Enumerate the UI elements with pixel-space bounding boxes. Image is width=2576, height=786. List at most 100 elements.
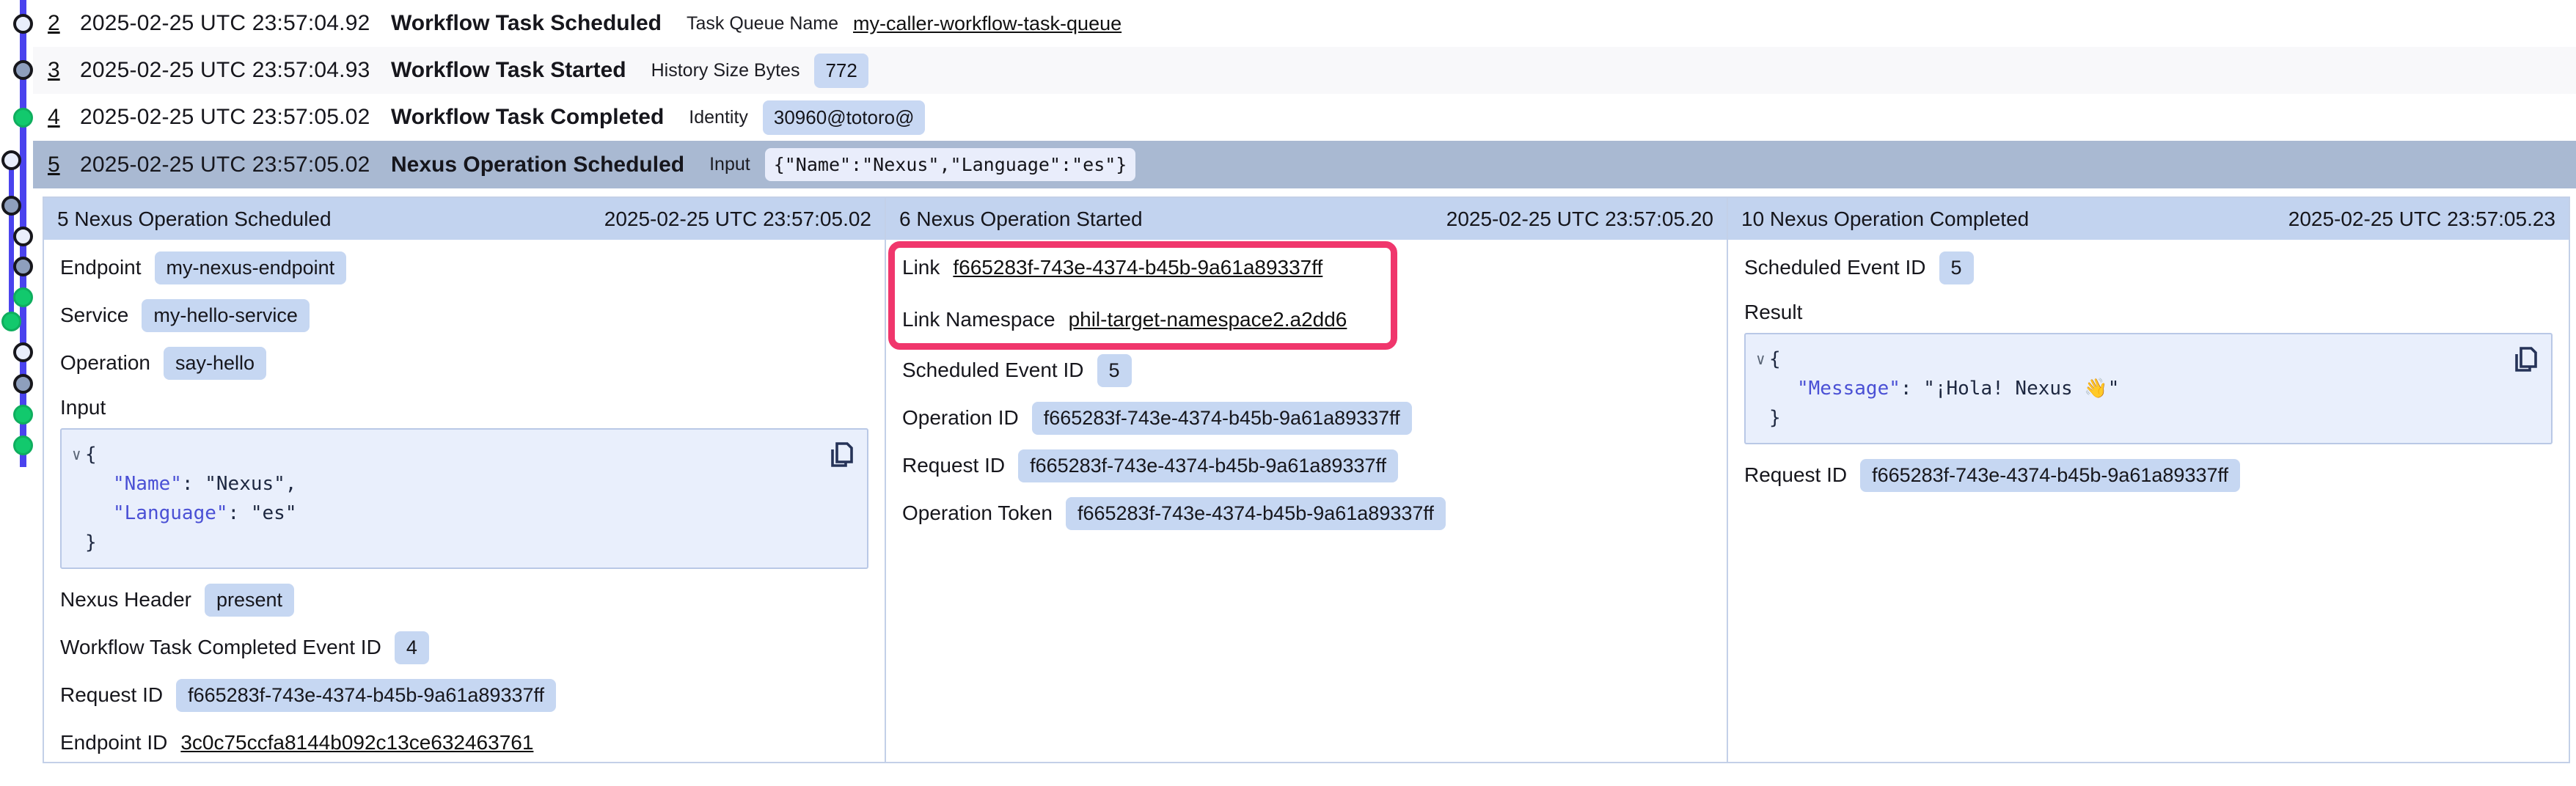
code-line: "Language": "es" xyxy=(62,499,823,528)
field-value-badge[interactable]: my-nexus-endpoint xyxy=(155,251,347,284)
input-json-codeblock: ∨ { "Name": "Nexus", "Language": "es" } xyxy=(60,428,868,569)
field-value-badge[interactable]: f665283f-743e-4374-b45b-9a61a89337ff xyxy=(1860,459,2240,492)
timeline-node-neutral-icon xyxy=(13,60,33,80)
field-label: Endpoint xyxy=(60,256,142,279)
field-link: Link f665283f-743e-4374-b45b-9a61a89337f… xyxy=(902,251,1710,284)
event-attr-badge[interactable]: {"Name":"Nexus","Language":"es"} xyxy=(765,148,1136,181)
field-label: Workflow Task Completed Event ID xyxy=(60,636,381,659)
field-label: Link Namespace xyxy=(902,308,1055,331)
field-nexus-header: Nexus Header present xyxy=(60,584,868,616)
panel-body: Link f665283f-743e-4374-b45b-9a61a89337f… xyxy=(886,240,1727,557)
timeline-node-open-icon xyxy=(13,14,33,34)
field-value-badge[interactable]: f665283f-743e-4374-b45b-9a61a89337ff xyxy=(1066,497,1446,530)
collapse-chevron-icon[interactable]: ∨ xyxy=(1756,352,1765,367)
field-value-badge[interactable]: present xyxy=(205,584,294,617)
field-link-namespace: Link Namespace phil-target-namespace2.a2… xyxy=(902,304,1710,336)
field-scheduled-event-id: Scheduled Event ID 5 xyxy=(1744,251,2553,284)
event-row-4[interactable]: 4 2025-02-25 UTC 23:57:05.02 Workflow Ta… xyxy=(33,94,2576,141)
event-attr-label: History Size Bytes xyxy=(651,60,800,81)
event-timestamp: 2025-02-25 UTC 23:57:05.02 xyxy=(80,153,391,177)
timeline-node-completed-icon xyxy=(13,287,33,307)
copy-icon[interactable] xyxy=(827,440,855,471)
field-value-badge[interactable]: my-hello-service xyxy=(142,299,310,332)
event-row-5-selected[interactable]: 5 2025-02-25 UTC 23:57:05.02 Nexus Opera… xyxy=(33,141,2576,188)
field-label: Request ID xyxy=(902,454,1005,477)
panel-body: Scheduled Event ID 5 Result ∨ { "Message… xyxy=(1728,240,2569,518)
panel-title: 10 Nexus Operation Completed xyxy=(1741,207,2029,231)
event-name: Workflow Task Completed xyxy=(391,105,664,130)
code-line: "Message": "¡Hola! Nexus 👋" xyxy=(1746,374,2507,403)
result-json-codeblock: ∨ { "Message": "¡Hola! Nexus 👋" } xyxy=(1744,333,2553,444)
panel-timestamp: 2025-02-25 UTC 23:57:05.02 xyxy=(604,207,871,231)
field-label: Scheduled Event ID xyxy=(1744,256,1926,279)
panel-nexus-operation-started: 6 Nexus Operation Started 2025-02-25 UTC… xyxy=(885,198,1727,762)
event-attr-badge[interactable]: 30960@totoro@ xyxy=(763,100,926,135)
event-attr-label: Input xyxy=(709,154,750,175)
event-name: Nexus Operation Scheduled xyxy=(391,153,684,177)
field-value-badge[interactable]: f665283f-743e-4374-b45b-9a61a89337ff xyxy=(1032,402,1412,435)
field-label: Operation Token xyxy=(902,502,1053,525)
timeline-node-neutral-icon xyxy=(13,374,33,394)
timeline-node-completed-icon xyxy=(13,108,33,128)
link-namespace-link[interactable]: phil-target-namespace2.a2dd6 xyxy=(1069,308,1347,331)
timeline-node-completed-icon xyxy=(1,312,21,331)
copy-icon[interactable] xyxy=(2511,345,2539,375)
event-id-link[interactable]: 2 xyxy=(48,11,80,36)
panel-nexus-operation-scheduled: 5 Nexus Operation Scheduled 2025-02-25 U… xyxy=(44,198,885,762)
field-endpoint: Endpoint my-nexus-endpoint xyxy=(60,251,868,284)
field-label: Operation ID xyxy=(902,406,1019,430)
field-operation-id: Operation ID f665283f-743e-4374-b45b-9a6… xyxy=(902,402,1710,434)
field-label: Nexus Header xyxy=(60,588,191,611)
field-label: Endpoint ID xyxy=(60,731,167,754)
endpoint-id-link[interactable]: 3c0c75ccfa8144b092c13ce632463761 xyxy=(180,731,533,754)
field-scheduled-event-id: Scheduled Event ID 5 xyxy=(902,354,1710,386)
event-row-3[interactable]: 3 2025-02-25 UTC 23:57:04.93 Workflow Ta… xyxy=(33,47,2576,94)
event-timestamp: 2025-02-25 UTC 23:57:05.02 xyxy=(80,105,391,130)
timeline-node-completed-icon xyxy=(13,436,33,455)
field-request-id: Request ID f665283f-743e-4374-b45b-9a61a… xyxy=(1744,459,2553,491)
event-attr-label: Task Queue Name xyxy=(687,13,838,34)
field-label: Service xyxy=(60,304,128,327)
code-line: { xyxy=(62,440,823,469)
event-id-link[interactable]: 3 xyxy=(48,58,80,83)
panel-header: 5 Nexus Operation Scheduled 2025-02-25 U… xyxy=(44,198,885,240)
collapse-chevron-icon[interactable]: ∨ xyxy=(72,447,81,463)
field-request-id: Request ID f665283f-743e-4374-b45b-9a61a… xyxy=(902,449,1710,482)
field-label: Request ID xyxy=(1744,463,1847,487)
field-service: Service my-hello-service xyxy=(60,299,868,331)
event-attr-badge[interactable]: 772 xyxy=(814,54,868,88)
panel-header: 6 Nexus Operation Started 2025-02-25 UTC… xyxy=(886,198,1727,240)
code-line: } xyxy=(62,528,823,557)
field-value-badge[interactable]: f665283f-743e-4374-b45b-9a61a89337ff xyxy=(176,679,556,712)
link-value[interactable]: f665283f-743e-4374-b45b-9a61a89337ff xyxy=(953,256,1322,279)
field-endpoint-id: Endpoint ID 3c0c75ccfa8144b092c13ce63246… xyxy=(60,727,868,759)
field-value-badge[interactable]: 5 xyxy=(1939,251,1974,284)
event-timestamp: 2025-02-25 UTC 23:57:04.93 xyxy=(80,58,391,83)
timeline-node-completed-icon xyxy=(13,405,33,425)
timeline-node-open-icon xyxy=(13,342,33,362)
timeline-node-open-icon xyxy=(1,150,21,170)
field-value-badge[interactable]: 4 xyxy=(395,631,429,664)
timeline-node-neutral-icon xyxy=(13,257,33,276)
field-label: Request ID xyxy=(60,683,163,707)
event-name: Workflow Task Started xyxy=(391,58,626,83)
event-id-link[interactable]: 5 xyxy=(48,153,80,177)
panel-title: 6 Nexus Operation Started xyxy=(899,207,1143,231)
field-label: Link xyxy=(902,256,940,279)
result-section-label: Result xyxy=(1744,299,2553,326)
task-queue-link[interactable]: my-caller-workflow-task-queue xyxy=(853,12,1121,35)
timeline-node-open-icon xyxy=(13,227,33,246)
event-name: Workflow Task Scheduled xyxy=(391,11,662,36)
event-id-link[interactable]: 4 xyxy=(48,105,80,130)
field-value-badge[interactable]: 5 xyxy=(1097,354,1132,387)
event-row-2[interactable]: 2 2025-02-25 UTC 23:57:04.92 Workflow Ta… xyxy=(33,0,2576,47)
panel-title: 5 Nexus Operation Scheduled xyxy=(57,207,332,231)
code-line: } xyxy=(1746,403,2507,433)
panel-timestamp: 2025-02-25 UTC 23:57:05.23 xyxy=(2288,207,2555,231)
field-value-badge[interactable]: f665283f-743e-4374-b45b-9a61a89337ff xyxy=(1018,449,1398,482)
field-label: Scheduled Event ID xyxy=(902,359,1084,382)
event-detail-container: 5 Nexus Operation Scheduled 2025-02-25 U… xyxy=(43,196,2570,763)
field-value-badge[interactable]: say-hello xyxy=(164,347,266,380)
event-timestamp: 2025-02-25 UTC 23:57:04.92 xyxy=(80,11,391,36)
panel-timestamp: 2025-02-25 UTC 23:57:05.20 xyxy=(1446,207,1713,231)
